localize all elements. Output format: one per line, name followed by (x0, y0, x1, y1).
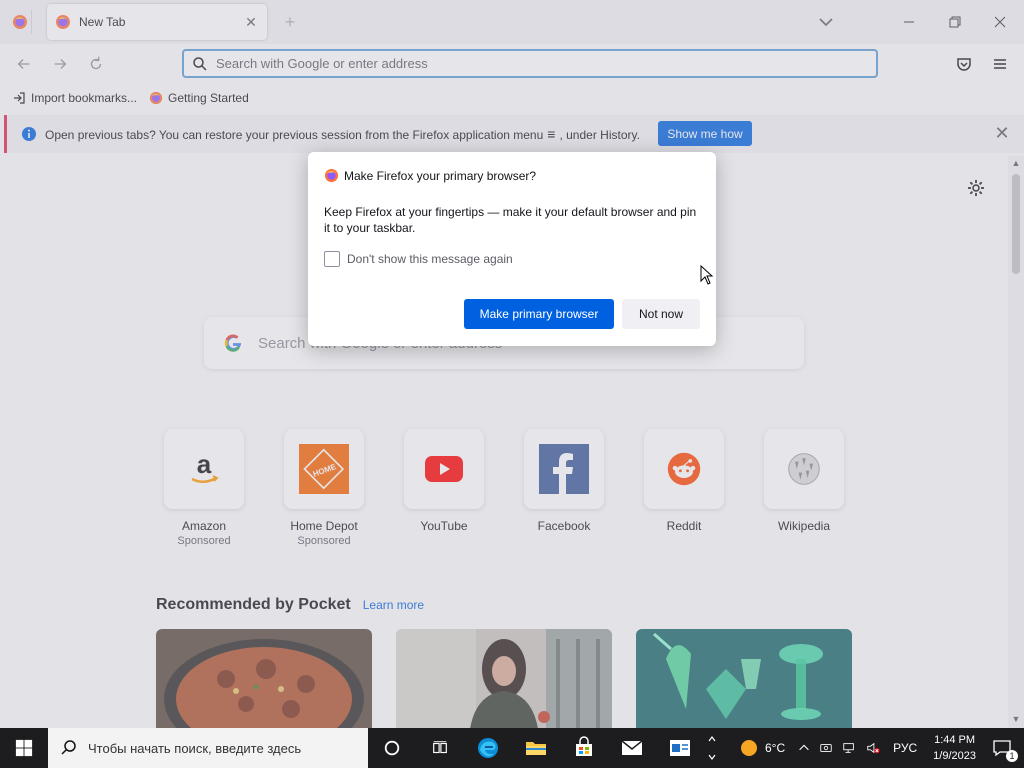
windows-icon (15, 739, 33, 757)
taskbar-mail[interactable] (608, 728, 656, 768)
task-view-icon (433, 741, 447, 754)
firefox-icon (324, 168, 339, 183)
language-indicator[interactable]: РУС (885, 728, 925, 768)
taskbar-overflow-button[interactable] (704, 728, 720, 768)
dont-show-again-checkbox[interactable]: Don't show this message again (324, 251, 513, 267)
weather-temp: 6°C (765, 741, 786, 755)
window-app-icon (670, 740, 690, 756)
system-tray: 6°C РУС 1:44 PM 1/9/2023 1 (731, 728, 1024, 768)
checkbox-box[interactable] (324, 251, 340, 267)
action-center-button[interactable]: 1 (984, 728, 1024, 768)
start-button[interactable] (0, 728, 48, 768)
clock-time: 1:44 PM (934, 734, 976, 746)
dialog-body: Keep Firefox at your fingertips — make i… (324, 205, 697, 235)
tray-meet-now[interactable] (815, 728, 837, 768)
folder-icon (526, 742, 546, 755)
store-icon (576, 736, 592, 756)
modal-overlay (0, 0, 1024, 728)
taskbar-search-placeholder: Чтобы начать поиск, введите здесь (88, 740, 302, 756)
chevron-up-icon (799, 744, 809, 751)
clock-date: 1/9/2023 (933, 750, 976, 762)
volume-muted-icon (867, 742, 880, 754)
default-browser-dialog: Make Firefox your primary browser? Keep … (308, 152, 716, 346)
network-icon (843, 743, 854, 753)
cortana-button[interactable] (368, 728, 416, 768)
mouse-cursor-icon (700, 265, 714, 285)
windows-taskbar: Чтобы начать поиск, введите здесь 6°C РУ… (0, 728, 1024, 768)
taskbar-app[interactable] (656, 728, 704, 768)
search-icon (61, 740, 76, 755)
clock[interactable]: 1:44 PM 1/9/2023 (925, 732, 984, 764)
camera-icon (820, 744, 832, 752)
sun-icon (741, 740, 757, 756)
weather-widget[interactable]: 6°C (731, 728, 793, 768)
edge-icon (478, 738, 498, 758)
mail-icon (621, 740, 643, 755)
not-now-button[interactable]: Not now (622, 299, 700, 329)
taskbar-edge[interactable] (464, 728, 512, 768)
dialog-title: Make Firefox your primary browser? (344, 168, 537, 183)
taskbar-search-box[interactable]: Чтобы начать поиск, введите здесь (48, 728, 368, 768)
notification-count-badge: 1 (1006, 750, 1018, 762)
task-view-button[interactable] (416, 728, 464, 768)
taskbar-store[interactable] (560, 728, 608, 768)
cortana-icon (384, 740, 400, 756)
make-primary-browser-button[interactable]: Make primary browser (464, 299, 614, 329)
chevron-up-down-icon (708, 736, 716, 760)
checkbox-label: Don't show this message again (347, 252, 513, 266)
dialog-header: Make Firefox your primary browser? (324, 168, 536, 183)
tray-volume[interactable] (861, 728, 885, 768)
tray-network[interactable] (837, 728, 861, 768)
taskbar-file-explorer[interactable] (512, 728, 560, 768)
show-hidden-icons-button[interactable] (793, 728, 815, 768)
